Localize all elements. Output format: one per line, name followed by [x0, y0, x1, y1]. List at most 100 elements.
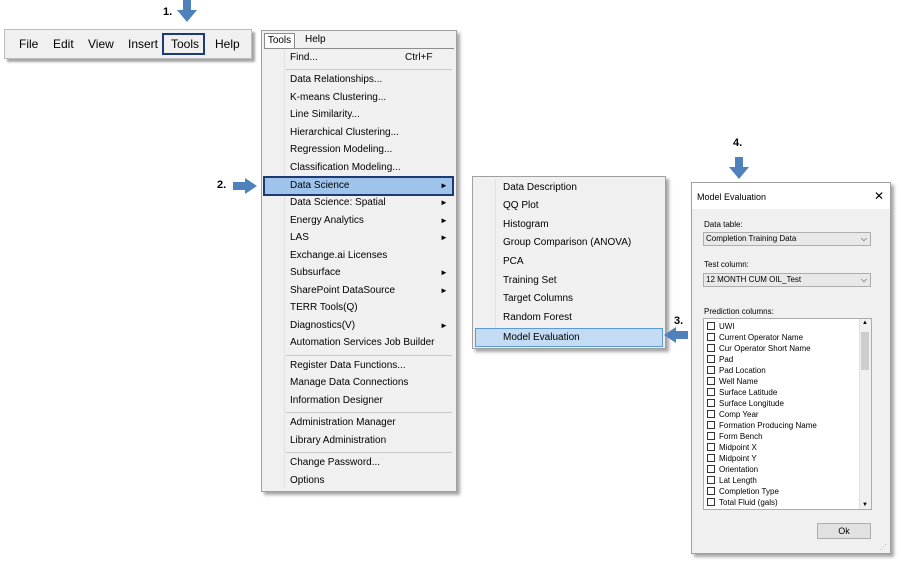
tools-item-kmeans-clustering[interactable]: K-means Clustering...	[263, 89, 454, 107]
tools-item-find[interactable]: Find... Ctrl+F	[263, 49, 454, 67]
list-item-label: Lat Length	[719, 476, 757, 485]
checkbox[interactable]	[707, 465, 715, 473]
tools-item-label: Line Similarity...	[290, 109, 360, 120]
menu-edit[interactable]: Edit	[53, 37, 74, 51]
step-4-arrow-icon	[729, 157, 749, 179]
tools-item-subsurface[interactable]: Subsurface ►	[263, 264, 454, 282]
list-item-label: Orientation	[719, 465, 759, 474]
ds-item-random-forest[interactable]: Random Forest	[475, 309, 663, 327]
checkbox[interactable]	[707, 322, 715, 330]
checkbox[interactable]	[707, 344, 715, 352]
tools-item-change-password[interactable]: Change Password...	[263, 454, 454, 472]
ds-item-label: QQ Plot	[503, 200, 539, 211]
tools-item-classification-modeling[interactable]: Classification Modeling...	[263, 159, 454, 177]
ds-item-model-evaluation[interactable]: Model Evaluation	[475, 328, 663, 347]
ds-item-label: Training Set	[503, 275, 557, 286]
menu-file[interactable]: File	[19, 37, 38, 51]
scroll-up-icon[interactable]: ▲	[862, 320, 868, 326]
checkbox[interactable]	[707, 476, 715, 484]
checkbox[interactable]	[707, 355, 715, 363]
ds-item-qq-plot[interactable]: QQ Plot	[475, 197, 663, 215]
tools-item-label: Regression Modeling...	[290, 144, 393, 155]
tools-menu-header-tools[interactable]: Tools	[264, 33, 295, 49]
tools-item-data-relationships[interactable]: Data Relationships...	[263, 71, 454, 89]
menu-view[interactable]: View	[88, 37, 114, 51]
menu-bar: File Edit View Insert Tools Help	[4, 29, 252, 59]
tools-item-data-science-spatial[interactable]: Data Science: Spatial ►	[263, 194, 454, 212]
step-3-arrow-icon	[664, 327, 688, 343]
ds-item-label: Group Comparison (ANOVA)	[503, 237, 632, 248]
tools-item-energy-analytics[interactable]: Energy Analytics ►	[263, 212, 454, 230]
menu-help[interactable]: Help	[215, 37, 240, 51]
checkbox[interactable]	[707, 366, 715, 374]
tools-item-label: Exchange.ai Licenses	[290, 250, 388, 261]
tools-item-diagnostics[interactable]: Diagnostics(V) ►	[263, 317, 454, 335]
ds-item-target-columns[interactable]: Target Columns	[475, 290, 663, 308]
ok-button[interactable]: Ok	[817, 523, 871, 539]
tools-item-label: Data Science	[290, 180, 350, 191]
list-item-label: Midpoint X	[719, 443, 757, 452]
tools-item-manage-data-connections[interactable]: Manage Data Connections	[263, 374, 454, 392]
chevron-down-icon: ⌵	[860, 275, 867, 284]
menu-tools[interactable]: Tools	[171, 37, 199, 51]
checkbox[interactable]	[707, 377, 715, 385]
submenu-arrow-icon: ►	[440, 268, 448, 277]
tools-item-exchange-ai-licenses[interactable]: Exchange.ai Licenses	[263, 247, 454, 265]
ds-item-histogram[interactable]: Histogram	[475, 216, 663, 234]
tools-item-information-designer[interactable]: Information Designer	[263, 392, 454, 410]
tools-item-register-data-functions[interactable]: Register Data Functions...	[263, 357, 454, 375]
ds-item-data-description[interactable]: Data Description	[475, 179, 663, 197]
checkbox[interactable]	[707, 454, 715, 462]
checkbox[interactable]	[707, 410, 715, 418]
tools-item-label: Information Designer	[290, 395, 383, 406]
scrollbar-thumb[interactable]	[861, 332, 869, 370]
test-column-label: Test column:	[704, 260, 749, 269]
test-column-select[interactable]: 12 MONTH CUM OIL_Test ⌵	[703, 273, 871, 287]
data-table-select[interactable]: Completion Training Data ⌵	[703, 232, 871, 246]
checkbox[interactable]	[707, 333, 715, 341]
checkbox[interactable]	[707, 443, 715, 451]
tools-item-terr-tools[interactable]: TERR Tools(Q)	[263, 299, 454, 317]
ds-item-group-comparison-anova[interactable]: Group Comparison (ANOVA)	[475, 234, 663, 252]
list-item-label: Formation Producing Name	[719, 421, 817, 430]
checkbox[interactable]	[707, 421, 715, 429]
tools-item-options[interactable]: Options	[263, 472, 454, 490]
step-2-label: 2.	[217, 179, 227, 191]
close-icon[interactable]: ✕	[874, 189, 884, 203]
tools-item-las[interactable]: LAS ►	[263, 229, 454, 247]
checkbox[interactable]	[707, 487, 715, 495]
tools-item-automation-services-job-builder[interactable]: Automation Services Job Builder	[263, 334, 454, 352]
tools-item-administration-manager[interactable]: Administration Manager	[263, 414, 454, 432]
chevron-down-icon: ⌵	[860, 234, 867, 243]
tools-item-regression-modeling[interactable]: Regression Modeling...	[263, 141, 454, 159]
submenu-arrow-icon: ►	[440, 233, 448, 242]
tools-item-label: Change Password...	[290, 457, 381, 468]
tools-item-hierarchical-clustering[interactable]: Hierarchical Clustering...	[263, 124, 454, 142]
tools-item-label: Hierarchical Clustering...	[290, 127, 399, 138]
tools-item-data-science[interactable]: Data Science ►	[263, 176, 454, 196]
tools-menu-header-help[interactable]: Help	[305, 34, 326, 45]
ds-item-training-set[interactable]: Training Set	[475, 272, 663, 290]
step-3-label: 3.	[674, 315, 684, 327]
tools-item-sharepoint-datasource[interactable]: SharePoint DataSource ►	[263, 282, 454, 300]
checkbox[interactable]	[707, 399, 715, 407]
menu-separator	[286, 355, 452, 356]
tools-item-line-similarity[interactable]: Line Similarity...	[263, 106, 454, 124]
list-item-label: Cur Operator Short Name	[719, 344, 811, 353]
tools-item-label: Data Relationships...	[290, 74, 383, 85]
menu-insert[interactable]: Insert	[128, 37, 158, 51]
resize-grip-icon[interactable]: ⋰	[880, 543, 887, 551]
prediction-columns-list[interactable]: UWI Current Operator Name Cur Operator S…	[703, 318, 872, 510]
tools-item-library-administration[interactable]: Library Administration	[263, 432, 454, 450]
checkbox[interactable]	[707, 498, 715, 506]
scroll-down-icon[interactable]: ▼	[862, 502, 868, 508]
checkbox[interactable]	[707, 388, 715, 396]
checkbox[interactable]	[707, 432, 715, 440]
list-scrollbar[interactable]: ▲ ▼	[859, 319, 871, 509]
submenu-arrow-icon: ►	[440, 321, 448, 330]
ds-item-pca[interactable]: PCA	[475, 253, 663, 271]
menu-separator	[286, 452, 452, 453]
tools-item-label: LAS	[290, 232, 309, 243]
submenu-arrow-icon: ►	[440, 181, 448, 190]
list-item-label: Pad	[719, 355, 734, 364]
